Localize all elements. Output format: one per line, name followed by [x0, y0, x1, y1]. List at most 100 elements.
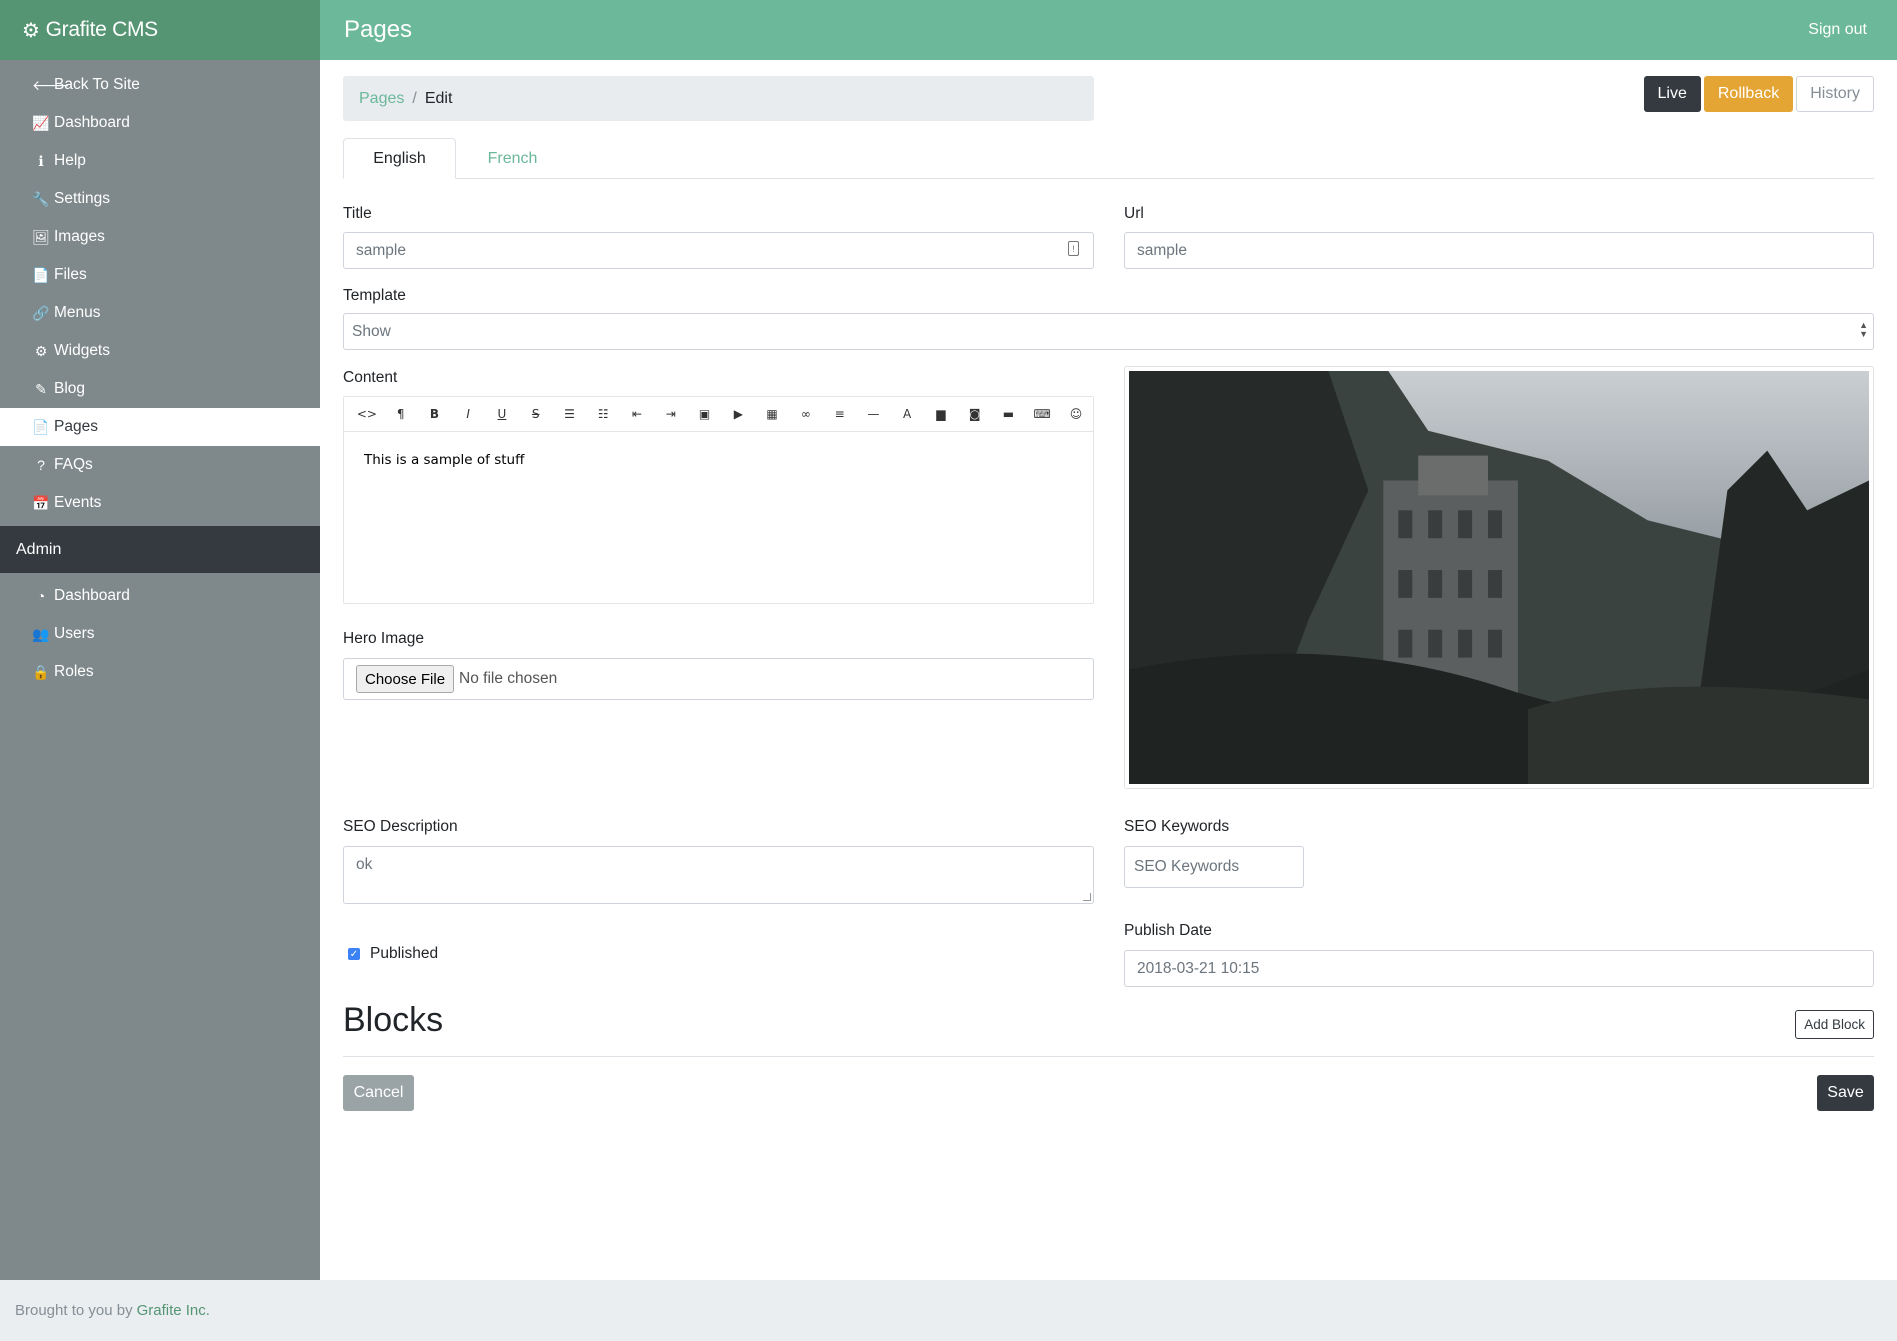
url-value: sample [1137, 241, 1187, 259]
editor-body[interactable]: This is a sample of stuff [344, 432, 1093, 488]
cancel-button[interactable]: Cancel [343, 1075, 414, 1111]
live-button[interactable]: Live [1643, 76, 1701, 112]
resize-handle[interactable] [1083, 893, 1091, 901]
sidebar-item-back-to-site[interactable]: 🡐 Back To Site [0, 66, 320, 104]
file-icon: 📄 [32, 266, 50, 283]
wrench-icon: 🔧 [32, 190, 50, 207]
sidebar-item-pages[interactable]: 📄 Pages [0, 408, 320, 446]
publish-date-input[interactable]: 2018-03-21 10:15 [1124, 950, 1874, 987]
breadcrumb-pages-link[interactable]: Pages [359, 90, 404, 108]
background-color-icon[interactable]: ▆ [924, 407, 958, 421]
title-input[interactable]: sample ! [343, 232, 1094, 269]
sidebar-item-events[interactable]: 📅 Events [0, 484, 320, 522]
sidebar-item-dashboard[interactable]: 📈 Dashboard [0, 104, 320, 142]
content-editor[interactable]: <> ¶ B I U S ☰ ☷ ⇤ ⇥ ▣ ▶ ▦ ∞ ≡ — A ▆ ◙ ▬ ⌨ ☺ This is a sample… [343, 396, 1094, 604]
seo-description-value: ok [356, 856, 373, 873]
breadcrumb-current: Edit [424, 89, 453, 107]
seo-keywords-input[interactable]: SEO Keywords [1124, 846, 1304, 888]
brand-name: Grafite CMS [45, 18, 159, 41]
save-button[interactable]: Save [1817, 1075, 1874, 1111]
seo-description-label: SEO Description [343, 818, 458, 835]
seo-description-textarea[interactable]: ok [343, 846, 1094, 904]
sidebar-item-label: Images [54, 228, 105, 245]
table-icon[interactable]: ▦ [755, 407, 789, 421]
footer-link[interactable]: Grafite Inc. [137, 1302, 210, 1319]
italic-icon[interactable]: I [451, 407, 485, 421]
sidebar-admin-item-users[interactable]: 👥 Users [0, 615, 320, 653]
strikethrough-icon[interactable]: S [519, 407, 553, 421]
sign-out-link[interactable]: Sign out [1808, 21, 1867, 39]
font-color-icon[interactable]: A [890, 407, 924, 421]
underline-icon[interactable]: U [485, 407, 519, 421]
image-icon[interactable]: ▣ [688, 407, 722, 421]
sidebar-item-help[interactable]: ℹ Help [0, 142, 320, 180]
sidebar-item-files[interactable]: 📄 Files [0, 256, 320, 294]
sidebar-item-images[interactable]: 🖼 Images [0, 218, 320, 256]
sidebar-item-label: Blog [54, 380, 86, 397]
password-manager-icon[interactable]: ! [1068, 241, 1079, 256]
file-text-icon: 📄 [32, 418, 50, 435]
video-icon[interactable]: ▶ [721, 407, 755, 421]
url-label: Url [1124, 205, 1144, 222]
add-block-button[interactable]: Add Block [1795, 1010, 1874, 1039]
ordered-list-icon[interactable]: ☷ [586, 407, 620, 421]
sidebar-item-label: Settings [54, 190, 111, 207]
breadcrumb: Pages / Edit [343, 76, 1094, 121]
gear-icon: ⚙ [34, 342, 48, 359]
sidebar-item-settings[interactable]: 🔧 Settings [0, 180, 320, 218]
sidebar-item-faqs[interactable]: ? FAQs [0, 446, 320, 484]
insert-photo-icon[interactable]: ◙ [958, 407, 992, 421]
sidebar: 🡐 Back To Site 📈 Dashboard ℹ Help 🔧 Settings 🖼 Im… [0, 60, 320, 1280]
choose-file-button[interactable]: Choose File [356, 665, 455, 693]
published-checkbox-row[interactable]: ✓ Published [348, 945, 438, 963]
outdent-icon[interactable]: ⇤ [620, 407, 654, 421]
paragraph-icon[interactable]: ¶ [384, 407, 418, 421]
select-arrows-icon: ▲ ▼ [1859, 320, 1868, 339]
sidebar-item-label: Files [54, 266, 87, 283]
info-circle-icon: ℹ [38, 152, 44, 169]
keyboard-icon[interactable]: ⌨ [1025, 407, 1059, 421]
horizontal-rule-icon[interactable]: — [856, 407, 890, 421]
sidebar-item-menus[interactable]: 🔗 Menus [0, 294, 320, 332]
cogs-icon: ⚙ [22, 19, 40, 42]
sidebar-item-label: Help [54, 152, 86, 169]
divider [343, 1056, 1874, 1057]
sidebar-item-widgets[interactable]: ⚙ Widgets [0, 332, 320, 370]
indent-icon[interactable]: ⇥ [654, 407, 688, 421]
hero-image-preview [1124, 366, 1874, 789]
history-button[interactable]: History [1796, 76, 1874, 112]
emoji-icon[interactable]: ☺ [1059, 407, 1093, 421]
unordered-list-icon[interactable]: ☰ [553, 407, 587, 421]
page-actions: Live Rollback History [1643, 76, 1874, 112]
url-input[interactable]: sample [1124, 232, 1874, 269]
rollback-button[interactable]: Rollback [1703, 76, 1794, 112]
top-bar: Pages Sign out [320, 0, 1897, 60]
question-icon: ? [37, 457, 45, 473]
link-icon[interactable]: ∞ [789, 407, 823, 421]
archive-icon[interactable]: ▬ [992, 407, 1026, 421]
sidebar-item-label: Menus [54, 304, 101, 321]
image-icon: 🖼 [32, 228, 50, 245]
title-value: sample [356, 241, 406, 259]
tab-english[interactable]: English [343, 138, 456, 179]
sidebar-item-label: FAQs [54, 456, 93, 473]
template-value: Show [352, 322, 391, 340]
sidebar-admin-item-roles[interactable]: 🔒 Roles [0, 653, 320, 691]
published-checkbox[interactable]: ✓ [348, 948, 360, 960]
brand[interactable]: ⚙ Grafite CMS [0, 0, 320, 60]
link-icon: 🔗 [32, 304, 50, 321]
sidebar-admin-item-dashboard[interactable]: ◔ Dashboard [0, 577, 320, 615]
published-label: Published [370, 945, 439, 962]
align-icon[interactable]: ≡ [823, 407, 857, 421]
template-select[interactable]: Show ▲ ▼ [343, 313, 1874, 350]
sidebar-item-label: Pages [54, 418, 98, 435]
hero-image-label: Hero Image [343, 630, 424, 647]
sidebar-item-label: Users [54, 625, 95, 642]
hero-image-file-input[interactable]: Choose File No file chosen [343, 658, 1094, 700]
sidebar-item-blog[interactable]: ✎ Blog [0, 370, 320, 408]
bold-icon[interactable]: B [418, 407, 452, 421]
code-icon[interactable]: <> [350, 407, 384, 421]
language-tabs: English French [343, 138, 1874, 179]
tab-french[interactable]: French [456, 138, 569, 179]
sidebar-item-label: Dashboard [54, 114, 130, 131]
